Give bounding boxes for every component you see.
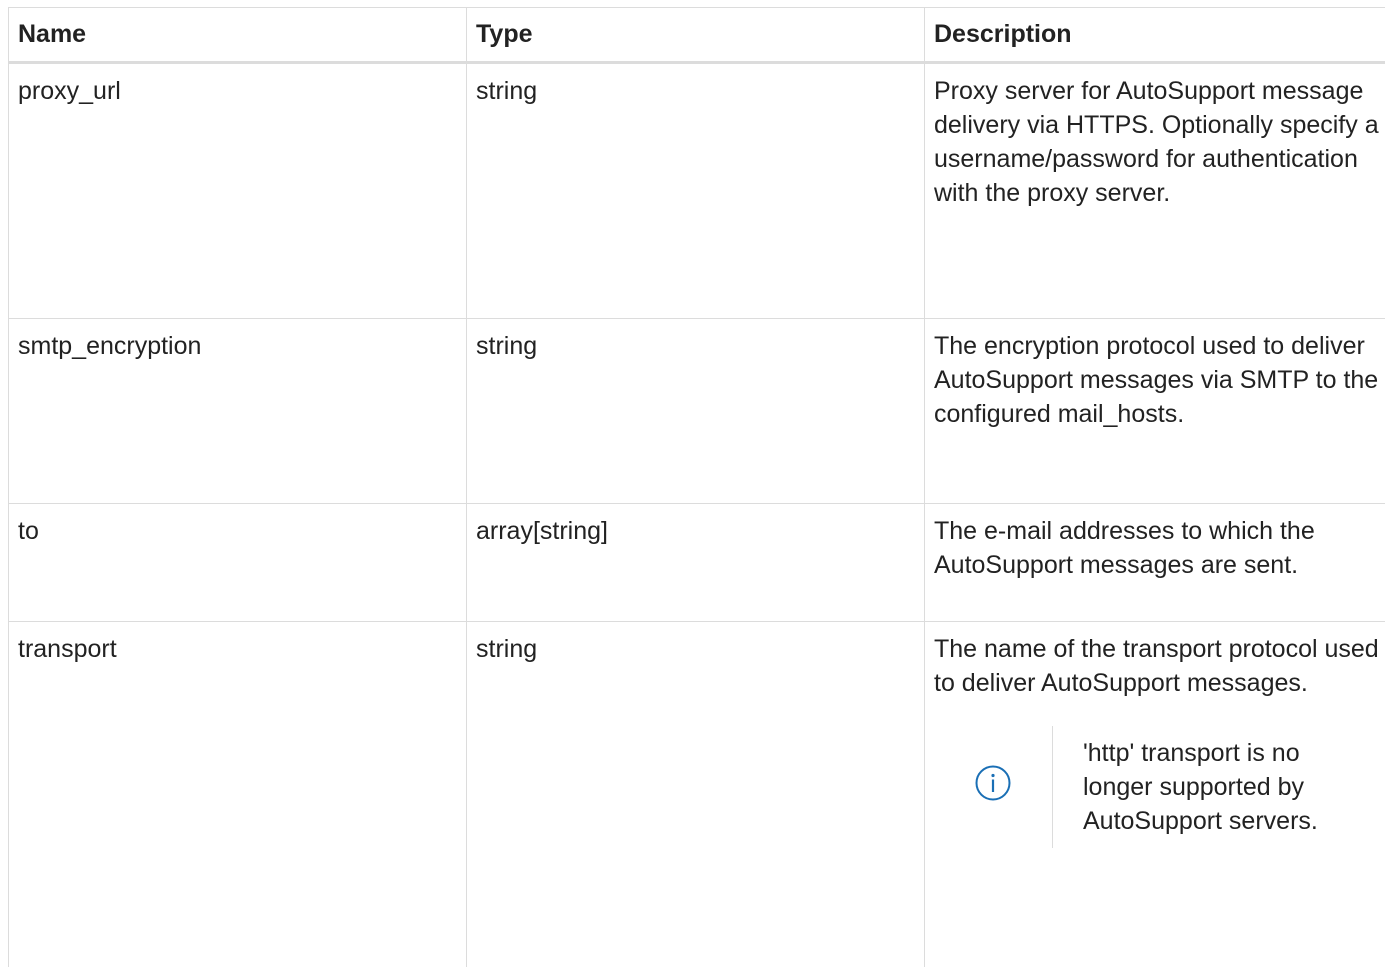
info-icon (974, 764, 1012, 811)
cell-description: Proxy server for AutoSupport message del… (925, 63, 1385, 319)
table-header-row: Name Type Description (9, 8, 1385, 63)
cell-description: The encryption protocol used to deliver … (925, 319, 1385, 504)
admonition-note: 'http' transport is no longer supported … (934, 726, 1379, 848)
cell-type: string (467, 63, 925, 319)
header-type: Type (467, 8, 925, 63)
header-description: Description (925, 8, 1385, 63)
properties-table: Name Type Description proxy_url string P… (8, 7, 1385, 967)
cell-description: The name of the transport protocol used … (925, 622, 1385, 967)
table-row: proxy_url string Proxy server for AutoSu… (9, 63, 1385, 319)
table-row: transport string The name of the transpo… (9, 622, 1385, 967)
header-name: Name (9, 8, 467, 63)
admonition-text: 'http' transport is no longer supported … (1083, 726, 1343, 848)
cell-description: The e-mail addresses to which the AutoSu… (925, 504, 1385, 622)
cell-type: string (467, 622, 925, 967)
admonition-icon-column (934, 764, 1052, 811)
cell-name: smtp_encryption (9, 319, 467, 504)
description-text: The name of the transport protocol used … (934, 632, 1379, 700)
cell-name: to (9, 504, 467, 622)
cell-type: array[string] (467, 504, 925, 622)
cell-name: proxy_url (9, 63, 467, 319)
admonition-divider (1052, 726, 1053, 848)
table-row: to array[string] The e-mail addresses to… (9, 504, 1385, 622)
table-row: smtp_encryption string The encryption pr… (9, 319, 1385, 504)
cell-type: string (467, 319, 925, 504)
cell-name: transport (9, 622, 467, 967)
